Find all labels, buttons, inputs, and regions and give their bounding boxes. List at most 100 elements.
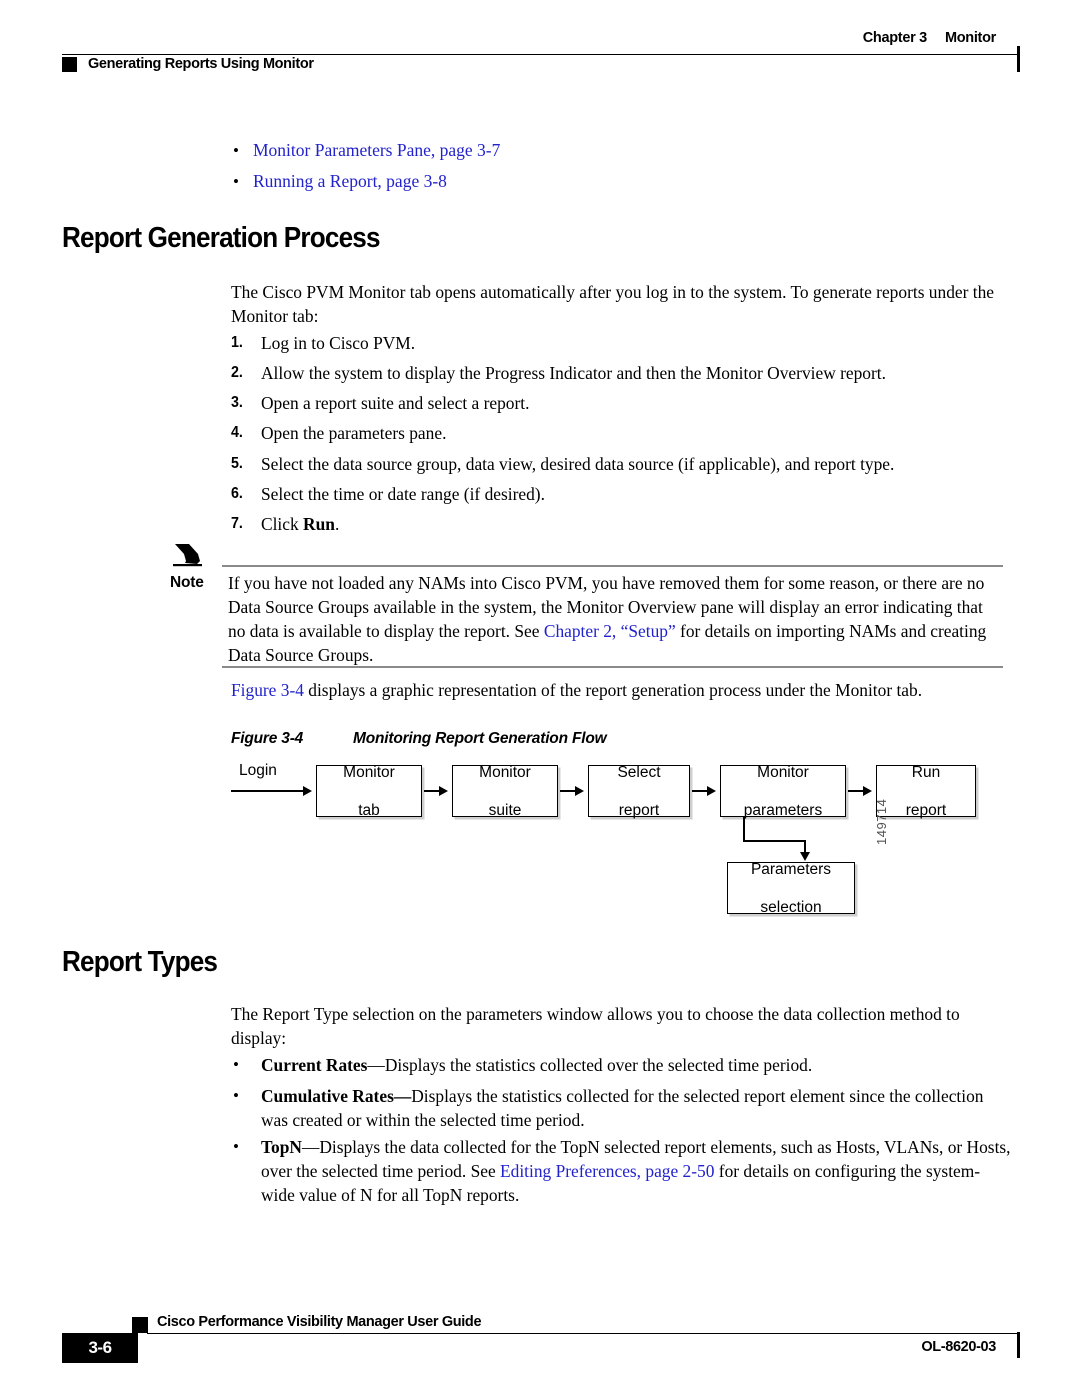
step-text: Click Run. — [261, 512, 1011, 536]
step-number: 4. — [231, 424, 243, 441]
diagram-branch-horizontal — [743, 840, 806, 842]
bullet-dash: — — [301, 1137, 320, 1157]
diagram-arrowhead-1 — [439, 786, 448, 796]
footer-document-id: OL-8620-03 — [921, 1339, 996, 1355]
diagram-box-line1: Monitor — [757, 763, 809, 781]
step-item-3: 3. Open a report suite and select a repo… — [231, 391, 1011, 415]
figure-flow-diagram: Login Monitor tab Monitor suite Select repo… — [231, 762, 976, 916]
diagram-arrowhead-4 — [863, 786, 872, 796]
editing-preferences-link[interactable]: Editing Preferences, page 2-50 — [500, 1161, 714, 1181]
step-text-tail: . — [334, 514, 340, 534]
diagram-box-line1: Select — [617, 763, 661, 781]
step-number: 6. — [231, 485, 243, 502]
step-item-2: 2. Allow the system to display the Progr… — [231, 361, 1011, 385]
diagram-entry-line — [231, 790, 305, 792]
figure-reference-link[interactable]: Figure 3-4 — [231, 680, 304, 700]
header-rule — [62, 54, 1018, 55]
diagram-branch-vertical-1 — [743, 817, 745, 841]
bullet-term: Cumulative Rates — [261, 1086, 394, 1106]
diagram-entry-arrowhead — [303, 786, 312, 796]
step-item-4: 4. Open the parameters pane. — [231, 421, 1011, 445]
bullet-term: TopN — [261, 1137, 302, 1157]
bullet-text: TopN—Displays the data collected for the… — [261, 1135, 1011, 1207]
header-running-head: Generating Reports Using Monitor — [88, 56, 314, 72]
crossref-link-1[interactable]: • Monitor Parameters Pane, page 3-7 — [233, 140, 500, 161]
figure-number: Figure 3-4 — [231, 730, 304, 747]
step-item-6: 6. Select the time or date range (if des… — [231, 482, 1011, 506]
step-number: 5. — [231, 455, 243, 472]
note-label: Note — [170, 574, 204, 591]
bullet-dot: • — [233, 1086, 239, 1105]
bullet-term: Current Rates — [261, 1055, 368, 1075]
step-item-1: 1. Log in to Cisco PVM. — [231, 331, 1011, 355]
step-text: Log in to Cisco PVM. — [261, 333, 416, 353]
header-end-bar — [1017, 46, 1020, 72]
note-chapter-link[interactable]: Chapter 2, “Setup” — [544, 621, 676, 641]
footer-guide-title: Cisco Performance Visibility Manager Use… — [157, 1314, 482, 1330]
header-chapter: Chapter 3 — [862, 30, 927, 46]
step-text: Open the parameters pane. — [261, 423, 447, 443]
bullet-dot: • — [233, 1055, 239, 1074]
step-number: 3. — [231, 394, 243, 411]
footer-square-marker — [132, 1317, 148, 1333]
step-item-7: 7. Click Run. — [231, 512, 1011, 536]
diagram-box-line2: report — [905, 801, 947, 819]
diagram-box-line1: Monitor — [479, 763, 531, 781]
step-text: Allow the system to display the Progress… — [261, 363, 886, 383]
section-title-report-types: Report Types — [62, 946, 218, 978]
header-section: Monitor — [944, 30, 996, 46]
diagram-box-line1: Run — [911, 763, 941, 781]
figure-id-number: 149714 — [874, 798, 889, 845]
footer-rule — [147, 1333, 1018, 1334]
step-number: 2. — [231, 364, 243, 381]
diagram-box-monitor-tab: Monitor tab — [316, 764, 422, 819]
crossref-link-2-label: Running a Report, page 3-8 — [253, 171, 447, 191]
footer-end-bar — [1017, 1332, 1020, 1358]
step-text: Select the data source group, data view,… — [261, 454, 895, 474]
section-title-report-generation-process: Report Generation Process — [62, 222, 381, 254]
bullet-dot: • — [233, 141, 239, 160]
header-square-marker — [62, 57, 77, 72]
step-text: Open a report suite and select a report. — [261, 393, 530, 413]
diagram-box-select-report: Select report — [588, 763, 690, 819]
report-type-bullet-3: • TopN—Displays the data collected for t… — [231, 1135, 1011, 1207]
footer-page-number: 3-6 — [62, 1333, 138, 1363]
step-number: 7. — [231, 515, 243, 532]
pencil-icon — [173, 541, 207, 567]
step-item-5: 5. Select the data source group, data vi… — [231, 452, 1011, 476]
bullet-text: Cumulative Rates—Displays the statistics… — [261, 1084, 1011, 1132]
figure-intro-text: displays a graphic representation of the… — [303, 680, 923, 700]
bullet-text: Current Rates—Displays the statistics co… — [261, 1053, 1011, 1077]
bullet-dash: — — [393, 1086, 412, 1106]
figure-intro-paragraph: Figure 3-4 displays a graphic representa… — [231, 678, 1003, 702]
diagram-entry-label: Login — [239, 762, 277, 779]
diagram-box-run-report: Run report — [876, 763, 976, 819]
diagram-box-parameters-selection: Parameters selection — [727, 860, 855, 916]
note-rule-top — [222, 565, 1003, 567]
diagram-box-line2: report — [618, 801, 660, 819]
figure-title: Monitoring Report Generation Flow — [353, 730, 607, 747]
crossref-link-1-label: Monitor Parameters Pane, page 3-7 — [253, 140, 501, 160]
page-header: Chapter 3 Monitor Generating Reports Usin… — [62, 30, 1020, 90]
diagram-box-line1: Parameters — [750, 860, 832, 878]
note-rule-bottom — [222, 666, 1003, 668]
page-footer: 3-6 Cisco Performance Visibility Manager… — [62, 1306, 1020, 1370]
report-type-bullet-2: • Cumulative Rates—Displays the statisti… — [231, 1084, 1011, 1132]
bullet-dot: • — [233, 172, 239, 191]
bullet-dot: • — [233, 1137, 239, 1156]
diagram-box-monitor-parameters: Monitor parameters — [720, 763, 846, 819]
section-2-intro-paragraph: The Report Type selection on the paramet… — [231, 1004, 960, 1048]
step-text: Select the time or date range (if desire… — [261, 484, 545, 504]
diagram-box-monitor-suite: Monitor suite — [452, 763, 558, 819]
bullet-description: Displays the statistics collected over t… — [384, 1055, 813, 1075]
step-bold-keyword: Run — [303, 514, 335, 534]
crossref-link-2[interactable]: • Running a Report, page 3-8 — [233, 171, 447, 192]
step-number: 1. — [231, 334, 243, 351]
bullet-dash: — — [367, 1055, 385, 1075]
step-text-lead: Click — [261, 514, 304, 534]
diagram-box-line2: suite — [488, 801, 522, 819]
note-body-text: If you have not loaded any NAMs into Cis… — [228, 571, 1003, 667]
diagram-arrowhead-3 — [707, 786, 716, 796]
figure-caption: Figure 3-4 Monitoring Report Generation F… — [231, 730, 607, 748]
diagram-box-line2: tab — [358, 801, 380, 819]
